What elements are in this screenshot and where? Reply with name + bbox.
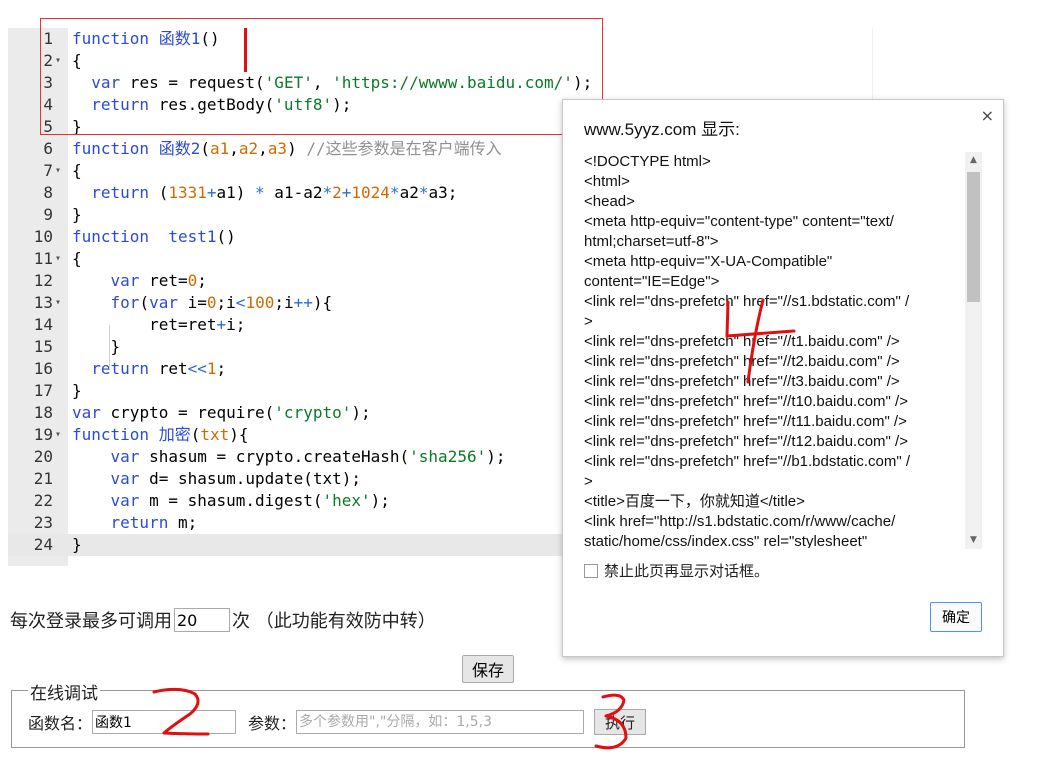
annotation-mark-1 <box>244 28 247 72</box>
line-number: 21 <box>33 469 53 488</box>
code-text: return m; <box>110 513 198 532</box>
line-number: 10 <box>33 227 53 246</box>
login-limit-row: 每次登录最多可调用 次 （此功能有效防中转） <box>10 606 436 634</box>
dialog-message-line: <link href="http://s1.bdstatic.com/r/www… <box>584 513 896 530</box>
online-debug-fieldset: 在线调试 函数名： 参数： 执行 <box>11 679 965 748</box>
line-number: 7 <box>43 161 53 180</box>
code-text: } <box>72 205 82 224</box>
code-text: { <box>72 249 82 268</box>
alert-dialog: www.5yyz.com 显示: × <!DOCTYPE html> <html>… <box>562 99 1004 657</box>
dialog-message-line: <link rel="dns-prefetch" href="//t1.baid… <box>584 333 900 350</box>
code-text: var ret=0; <box>110 271 207 290</box>
dialog-message-line: <head> <box>584 193 635 210</box>
code-text: ret=ret+i; <box>72 315 246 334</box>
scroll-thumb[interactable] <box>967 172 980 302</box>
code-text: function test1() <box>72 227 236 246</box>
online-debug-row: 函数名： 参数： 执行 <box>28 709 647 735</box>
code-text: for(var i=0;i<100;i++){ <box>110 293 333 312</box>
scroll-down-arrow-icon[interactable]: ▼ <box>965 532 982 549</box>
params-label: 参数： <box>248 714 297 733</box>
line-number: 23 <box>33 513 53 532</box>
dialog-message-line: html;charset=utf-8"> <box>584 233 719 250</box>
annotation-red-box <box>40 18 603 135</box>
function-name-label: 函数名： <box>28 714 93 733</box>
dialog-message-line: content="IE=Edge"> <box>584 273 720 290</box>
code-text: function 加密(txt){ <box>72 425 249 444</box>
save-button[interactable]: 保存 <box>462 655 514 683</box>
code-text: } <box>72 535 82 554</box>
dialog-message-line: <link rel="dns-prefetch" href="//b1.bdst… <box>584 453 911 470</box>
login-limit-prefix: 每次登录最多可调用 <box>10 611 172 632</box>
dialog-message-line: <meta http-equiv="content-type" content=… <box>584 213 894 230</box>
line-number: 9 <box>43 205 53 224</box>
fold-arrow-icon[interactable]: ▾ <box>55 248 61 270</box>
line-number: 8 <box>43 183 53 202</box>
line-number: 12 <box>33 271 53 290</box>
code-text: function 函数2(a1,a2,a3) //这些参数是在客户端传入 <box>72 139 502 158</box>
indent-guide <box>109 325 110 369</box>
line-number: 24 <box>33 535 53 554</box>
line-number: 17 <box>33 381 53 400</box>
dialog-message-line: <link rel="dns-prefetch" href="//t2.baid… <box>584 353 900 370</box>
online-debug-legend: 在线调试 <box>28 679 100 704</box>
dialog-title: www.5yyz.com 显示: <box>584 120 740 139</box>
code-text: { <box>72 161 82 180</box>
code-text: return (1331+a1) * a1-a2*2+1024*a2*a3; <box>91 183 458 202</box>
code-text: } <box>72 337 121 356</box>
login-limit-input[interactable] <box>174 608 230 632</box>
code-text: } <box>72 381 82 400</box>
scroll-up-arrow-icon[interactable]: ▲ <box>965 152 982 169</box>
dialog-message-line: <link rel="dns-prefetch" href="//t11.bai… <box>584 413 907 430</box>
suppress-dialogs-checkbox[interactable] <box>584 563 598 578</box>
dialog-message-line: static/home/css/index.css" rel="styleshe… <box>584 533 868 548</box>
dialog-message: <!DOCTYPE html> <html> <head> <meta http-eq… <box>584 152 964 548</box>
fold-arrow-icon[interactable]: ▾ <box>55 160 61 182</box>
line-number: 22 <box>33 491 53 510</box>
login-limit-suffix: 次 （此功能有效防中转） <box>232 611 436 632</box>
line-number: 19 <box>33 425 53 444</box>
dialog-message-line: <meta http-equiv="X-UA-Compatible" <box>584 253 833 270</box>
fold-arrow-icon[interactable]: ▾ <box>55 292 61 314</box>
dialog-message-line: > <box>584 473 593 490</box>
line-number: 16 <box>33 359 53 378</box>
function-name-input[interactable] <box>92 710 237 734</box>
dialog-scrollbar[interactable]: ▲ ▼ <box>965 152 982 549</box>
code-text: return ret<<1; <box>91 359 227 378</box>
params-input[interactable] <box>296 710 585 734</box>
line-number: 18 <box>33 403 53 422</box>
line-number: 13 <box>33 293 53 312</box>
suppress-dialogs-option[interactable]: 禁止此页再显示对话框。 <box>584 560 769 581</box>
code-text: var m = shasum.digest('hex'); <box>110 491 390 510</box>
line-number: 11 <box>33 249 53 268</box>
dialog-message-line: <link rel="dns-prefetch" href="//t10.bai… <box>584 393 908 410</box>
line-number: 6 <box>43 139 53 158</box>
dialog-message-line: > <box>584 313 593 330</box>
ok-button[interactable]: 确定 <box>930 602 982 632</box>
dialog-message-line: <link rel="dns-prefetch" href="//s1.bdst… <box>584 293 910 310</box>
run-button[interactable]: 执行 <box>594 709 647 735</box>
dialog-message-line: <!DOCTYPE html> <box>584 153 711 170</box>
fold-arrow-icon[interactable]: ▾ <box>55 424 61 446</box>
dialog-message-line: <title>百度一下，你就知道</title> <box>584 493 805 510</box>
suppress-dialogs-label: 禁止此页再显示对话框。 <box>604 562 770 580</box>
dialog-message-line: <html> <box>584 173 630 190</box>
line-number: 20 <box>33 447 53 466</box>
line-number: 14 <box>33 315 53 334</box>
dialog-message-line: <link rel="dns-prefetch" href="//t12.bai… <box>584 433 908 450</box>
code-text: var shasum = crypto.createHash('sha256')… <box>110 447 506 466</box>
dialog-message-line: <link rel="dns-prefetch" href="//t3.baid… <box>584 373 900 390</box>
line-number: 15 <box>33 337 53 356</box>
code-text: var crypto = require('crypto'); <box>72 403 371 422</box>
close-icon[interactable]: × <box>981 106 994 125</box>
code-text: var d= shasum.update(txt); <box>110 469 361 488</box>
